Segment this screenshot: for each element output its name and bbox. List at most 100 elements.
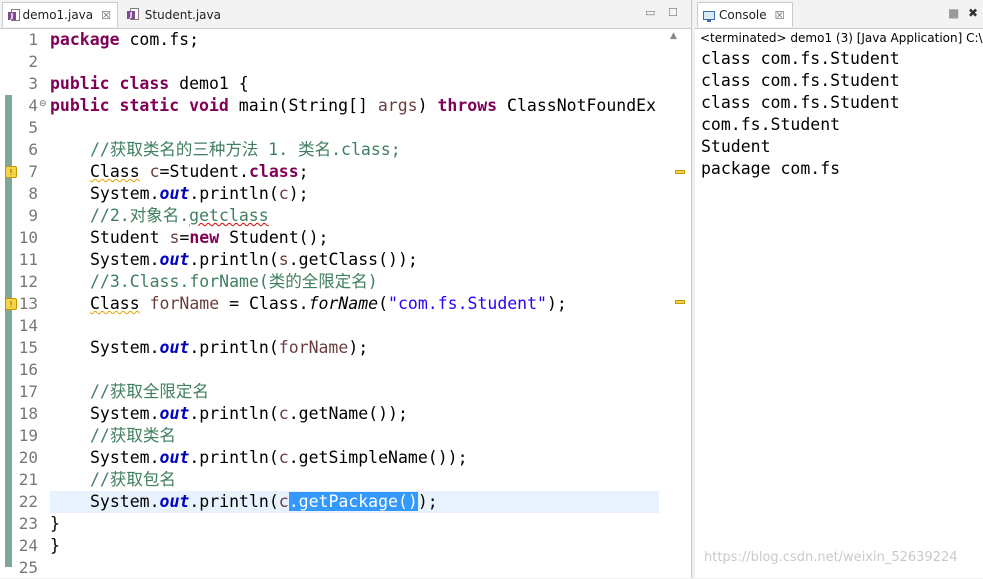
text-selection[interactable]: .getPackage() (288, 492, 418, 511)
line-number: 25 (18, 558, 38, 577)
keyword: throws (437, 96, 498, 115)
code-comment: //获取包名 (90, 470, 176, 489)
editor-pane: J demo1.java ☒ J Student.java ▭ ☐ ! ! 1 … (0, 0, 692, 578)
console-icon (703, 10, 715, 22)
method: forName (308, 294, 379, 313)
code-text: .getSimpleName()); (288, 448, 468, 467)
tab-student-java[interactable]: J Student.java (122, 2, 227, 27)
console-output-line: package com.fs (701, 159, 841, 178)
code-comment: //获取类名的三种方法 1. 类名.class; (90, 140, 401, 159)
tab-label: demo1.java (22, 8, 94, 22)
terminate-icon[interactable]: ■ (948, 6, 959, 20)
line-number: 18 (18, 404, 38, 423)
code-text: System. (90, 338, 160, 357)
tab-label: Student.java (144, 7, 221, 22)
code-text: =Student. (159, 162, 249, 181)
code-line-8: System.out.println(c); (90, 183, 309, 205)
code-line-13: Class forName = Class.forName("com.fs.St… (90, 293, 567, 315)
code-line-20: System.out.println(c.getSimpleName()); (90, 447, 468, 469)
code-text: .println( (189, 448, 279, 467)
code-line-4: public static void main(String[] args) t… (50, 95, 656, 117)
fold-icon[interactable]: ⊖ (39, 99, 47, 109)
field: out (159, 448, 190, 467)
line-number: 14 (18, 316, 38, 335)
code-text: .println( (189, 492, 279, 511)
field: out (159, 250, 190, 269)
tab-console[interactable]: Console ☒ (697, 2, 793, 27)
code-text: = (179, 228, 190, 247)
line-number: 23 (18, 514, 38, 533)
close-icon[interactable]: ☒ (775, 9, 785, 22)
keyword: public (50, 74, 110, 93)
watermark: https://blog.csdn.net/weixin_52639224 (704, 550, 958, 565)
code-text: Class (90, 294, 140, 313)
code-text: System. (90, 492, 160, 511)
code-text: .println( (189, 184, 279, 203)
keyword: package (50, 30, 120, 49)
code-comment: //2.对象名. (90, 206, 190, 225)
field: out (159, 492, 190, 511)
tab-demo1-java[interactable]: J demo1.java ☒ (2, 2, 118, 27)
field: out (159, 184, 190, 203)
keyword: new (189, 228, 220, 247)
console-output-line: Student (701, 137, 771, 156)
code-text: = Class. (219, 294, 309, 313)
close-icon[interactable]: ☒ (101, 9, 111, 22)
code-line-15: System.out.println(forName); (90, 337, 368, 359)
code-comment: //获取全限定名 (90, 382, 209, 401)
console-output-line: com.fs.Student (701, 115, 841, 134)
code-text: ) (417, 96, 438, 115)
scroll-up-icon[interactable]: ▲ (670, 31, 677, 41)
code-line-10: Student s=new Student(); (90, 227, 328, 249)
field: out (159, 338, 190, 357)
line-number: 1 (28, 30, 38, 49)
console-pane: Console ☒ ■ ✖ <terminated> demo1 (3) [Ja… (695, 0, 983, 578)
line-number: 2 (28, 52, 38, 71)
code-text: main(String[] (228, 96, 378, 115)
keyword: static (119, 96, 180, 115)
code-text: .println( (189, 338, 279, 357)
tab-label: Console (719, 8, 767, 22)
keyword: class (248, 162, 299, 181)
code-text: .getClass()); (288, 250, 418, 269)
code-text: ); (348, 338, 369, 357)
line-number: 15 (18, 338, 38, 357)
code-text: ( (378, 294, 389, 313)
code-text: ClassNotFoundEx (497, 96, 657, 115)
variable: c (278, 404, 289, 423)
line-number: 17 (18, 382, 38, 401)
code-text: Class (90, 162, 140, 181)
warning-marker[interactable] (675, 300, 685, 304)
code-line-22: System.out.println(c.getPackage()); (90, 491, 438, 513)
code-text: com.fs; (119, 30, 200, 49)
line-number: 13 (18, 294, 38, 313)
line-number: 7 (28, 162, 38, 181)
code-comment: getclass (189, 206, 269, 225)
variable: c (149, 162, 160, 181)
line-number: 10 (18, 228, 38, 247)
line-number: 9 (28, 206, 38, 225)
variable: s (278, 250, 289, 269)
code-line-24: } (50, 536, 60, 555)
code-text: .println( (189, 404, 279, 423)
java-file-icon: J (127, 8, 141, 21)
variable: c (278, 492, 289, 511)
overview-ruler[interactable]: ▲ (662, 29, 690, 578)
code-line-9: //2.对象名.getclass (90, 205, 269, 227)
code-line-23: } (50, 514, 60, 533)
line-number: 8 (28, 184, 38, 203)
variable: c (278, 448, 289, 467)
code-line-7: Class c=Student.class; (90, 161, 309, 183)
console-output-line: class com.fs.Student (701, 71, 900, 90)
keyword: public (50, 96, 110, 115)
line-number: 16 (18, 360, 38, 379)
code-comment: //获取类名 (90, 426, 176, 445)
minimize-icon[interactable]: ▭ (645, 6, 655, 19)
line-number: 3 (28, 74, 38, 93)
remove-launch-icon[interactable]: ✖ (968, 6, 978, 20)
code-text: ); (547, 294, 567, 313)
warning-marker[interactable] (675, 170, 685, 174)
maximize-icon[interactable]: ☐ (668, 6, 678, 19)
